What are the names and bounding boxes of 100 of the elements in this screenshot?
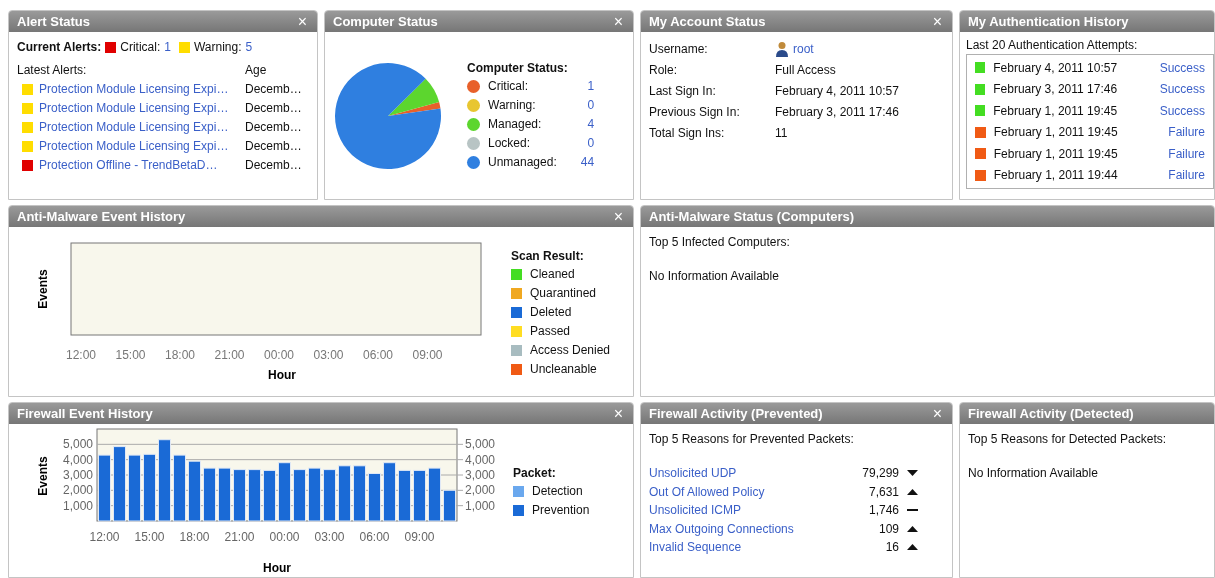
legend-label: Warning:: [488, 97, 536, 114]
result-link[interactable]: Failure: [1168, 144, 1205, 163]
tick-label: 2,000: [465, 483, 496, 498]
section-caption: Top 5 Infected Computers:: [649, 234, 791, 251]
packet-count: 1,746: [867, 502, 899, 520]
legend-label: Passed: [530, 323, 571, 340]
alert-link[interactable]: Protection Module Licensing Expi…: [39, 118, 245, 137]
widget-title: My Account Status: [649, 12, 766, 31]
field-value: 11: [775, 124, 788, 142]
alert-link[interactable]: Protection Offline - TrendBetaD…: [39, 156, 245, 175]
widget-title: Computer Status: [333, 12, 438, 31]
alert-age: Decemb…: [245, 138, 302, 155]
tick-label: 21:00: [214, 348, 245, 362]
x-axis-title: Hour: [268, 368, 296, 381]
tick-label: 1,000: [465, 498, 496, 513]
bar: [293, 469, 306, 522]
tick-label: 2,000: [62, 483, 93, 498]
y-axis-title: Events: [36, 269, 50, 309]
alert-link[interactable]: Protection Module Licensing Expi…: [39, 137, 245, 156]
reason-link[interactable]: Invalid Sequence: [649, 538, 839, 557]
bar: [98, 454, 111, 522]
tick-label: 15:00: [115, 348, 146, 362]
alert-link[interactable]: Protection Module Licensing Expi…: [39, 80, 245, 99]
packet-count: 79,299: [861, 465, 899, 483]
count-link[interactable]: 1: [571, 77, 595, 96]
attempt-time: February 1, 2011 19:45: [993, 102, 1119, 120]
tick-label: 00:00: [264, 348, 294, 362]
packet-count: 109: [877, 520, 899, 538]
attempt-time: February 4, 2011 10:57: [993, 59, 1119, 77]
bar: [338, 465, 351, 522]
reason-link[interactable]: Out Of Allowed Policy: [649, 482, 839, 501]
legend-label: Locked:: [488, 135, 531, 152]
tick-label: 21:00: [224, 530, 255, 544]
alert-age: Decemb…: [245, 100, 302, 117]
bar: [143, 453, 156, 522]
close-button[interactable]: ×: [930, 405, 944, 422]
result-link[interactable]: Success: [1159, 58, 1205, 77]
alert-label: Critical:: [120, 39, 161, 56]
section-caption: Top 5 Reasons for Detected Packets:: [968, 431, 1168, 448]
widget-title: Alert Status: [17, 12, 90, 31]
count-link[interactable]: 0: [571, 134, 595, 153]
attempt-time: February 1, 2011 19:44: [993, 167, 1119, 185]
empty-message: No Information Available: [649, 268, 780, 285]
close-button[interactable]: ×: [611, 405, 625, 422]
tick-label: 15:00: [134, 530, 165, 544]
tick-label: 00:00: [269, 530, 300, 544]
count-link[interactable]: 0: [571, 96, 595, 115]
count-link[interactable]: 44: [564, 153, 595, 172]
tick-label: 09:00: [412, 348, 443, 362]
alerts-heading: Current Alerts:: [17, 39, 102, 56]
bar: [218, 467, 231, 522]
attempt-time: February 3, 2011 17:46: [993, 81, 1119, 99]
count-link[interactable]: 4: [571, 115, 595, 134]
reason-link[interactable]: Max Outgoing Connections: [649, 519, 839, 538]
legend-label: Managed:: [488, 116, 542, 133]
tick-label: 18:00: [179, 530, 210, 544]
result-link[interactable]: Success: [1159, 80, 1205, 99]
close-button[interactable]: ×: [611, 208, 625, 225]
result-link[interactable]: Success: [1159, 101, 1205, 120]
tick-label: 4,000: [465, 452, 496, 467]
reason-link[interactable]: Unsolicited ICMP: [649, 501, 839, 520]
bar: [323, 469, 336, 522]
alert-label: Warning:: [193, 39, 242, 56]
alert-link[interactable]: Protection Module Licensing Expi…: [39, 99, 245, 118]
widget-title: Firewall Activity (Detected): [968, 404, 1134, 423]
legend-label: Critical:: [488, 78, 528, 95]
section-caption: Top 5 Reasons for Prevented Packets:: [649, 431, 855, 448]
tick-label: 5,000: [62, 437, 93, 452]
tick-label: 06:00: [363, 348, 393, 362]
count-link[interactable]: 1: [164, 38, 171, 57]
attempt-time: February 1, 2011 19:45: [993, 145, 1119, 163]
legend-title: Computer Status:: [467, 60, 569, 77]
legend-title: Scan Result:: [511, 248, 585, 265]
result-link[interactable]: Failure: [1168, 166, 1205, 185]
username-link[interactable]: root: [793, 39, 814, 58]
close-button[interactable]: ×: [930, 13, 944, 30]
close-button[interactable]: ×: [295, 13, 309, 30]
legend-label: Unmanaged:: [488, 154, 557, 171]
legend-label: Quarantined: [530, 285, 597, 302]
legend-label: Cleaned: [530, 266, 575, 283]
bar: [173, 454, 186, 522]
column-header: Latest Alerts:: [17, 62, 88, 79]
bar: [368, 473, 381, 522]
bar: [443, 489, 456, 522]
reason-link[interactable]: Unsolicited UDP: [649, 464, 839, 483]
x-axis-title: Hour: [263, 561, 291, 574]
bar: [308, 467, 321, 522]
bar: [203, 467, 216, 522]
widget-title: My Authentication History: [968, 12, 1129, 31]
close-button[interactable]: ×: [611, 13, 625, 30]
tick-label: 09:00: [404, 530, 435, 544]
bar: [263, 469, 276, 522]
tick-label: 3,000: [62, 468, 93, 482]
bar: [128, 454, 141, 522]
count-link[interactable]: 5: [245, 38, 253, 57]
bar: [383, 462, 396, 522]
field-value: Full Access: [775, 61, 836, 79]
field-label: Total Sign Ins:: [649, 124, 726, 142]
result-link[interactable]: Failure: [1168, 123, 1205, 142]
tick-label: 12:00: [89, 530, 120, 544]
